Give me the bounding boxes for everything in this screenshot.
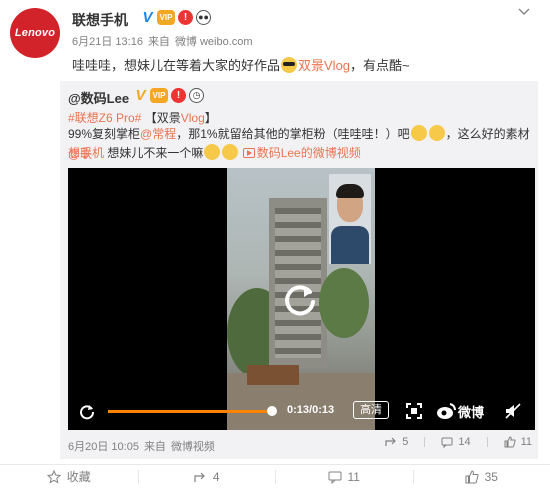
- tree: [319, 268, 369, 338]
- repost-user[interactable]: @数码Lee: [68, 88, 129, 107]
- user-name[interactable]: 联想手机: [72, 10, 128, 30]
- weibo-logo-icon: [437, 403, 456, 419]
- pray-emoji-icon: [222, 144, 239, 160]
- repost-box: @数码Lee V VIP ! ◷ #联想Z6 Pro# 【双景Vlog】 99%…: [60, 81, 538, 459]
- share-icon: [385, 437, 397, 446]
- avatar[interactable]: Lenovo: [10, 8, 60, 58]
- video-controls: 0:13/0:13 高清 微博: [68, 398, 535, 424]
- verified-icon[interactable]: V: [141, 10, 154, 25]
- comment-button[interactable]: 11: [275, 465, 413, 488]
- replay-icon[interactable]: [78, 402, 96, 420]
- mute-icon[interactable]: [504, 402, 522, 420]
- post-source[interactable]: 微博 weibo.com: [175, 33, 253, 49]
- medal-icon[interactable]: !: [171, 88, 186, 103]
- repost-share-button[interactable]: 5: [385, 436, 408, 448]
- medal-icon[interactable]: !: [178, 10, 193, 25]
- clock-icon[interactable]: ◷: [189, 88, 204, 103]
- comment-icon: [441, 437, 453, 448]
- repost-actions: 5 14 11: [385, 436, 532, 448]
- vlog-tag-link[interactable]: Vlog: [181, 111, 205, 125]
- star-icon: [46, 469, 61, 484]
- action-bar: 收藏 4 11 35: [0, 464, 550, 488]
- thumbs-up-icon: [465, 469, 479, 483]
- like-button[interactable]: 35: [412, 465, 550, 488]
- cat-emoji-icon: [410, 125, 427, 141]
- divider: [486, 437, 488, 447]
- progress-bar[interactable]: [108, 406, 277, 416]
- chevron-down-icon[interactable]: [518, 8, 530, 16]
- cool-emoji-icon: [281, 57, 298, 73]
- video-time: 0:13/0:13: [287, 404, 335, 416]
- panda-icon[interactable]: ●●: [196, 10, 211, 25]
- favorite-button[interactable]: 收藏: [0, 465, 138, 488]
- repost-text-cont: 想手机 想妹儿不来一个嘛 数码Lee的微博视频: [68, 144, 361, 160]
- repost-source[interactable]: 微博视频: [171, 438, 215, 454]
- verified-icon[interactable]: V: [134, 88, 147, 103]
- share-icon: [194, 472, 205, 482]
- video-link[interactable]: 数码Lee的微博视频: [242, 146, 361, 160]
- post-time[interactable]: 6月21日 13:16: [72, 33, 143, 49]
- weibo-brand[interactable]: 微博: [436, 400, 492, 422]
- vip-icon[interactable]: VIP: [157, 10, 175, 25]
- pip-body: [331, 226, 369, 264]
- repost-like-button[interactable]: 11: [504, 436, 532, 448]
- user-badges: V VIP ! ●●: [141, 10, 211, 25]
- pray-emoji-icon: [204, 144, 221, 160]
- post-text: 哇哇哇，想妹儿在等着大家的好作品 双景Vlog，有点酷~: [72, 57, 410, 73]
- progress-handle[interactable]: [267, 406, 277, 416]
- fullscreen-icon[interactable]: [405, 402, 423, 420]
- bench: [247, 365, 299, 385]
- comment-icon: [328, 471, 342, 484]
- repost-badges: V VIP ! ◷: [134, 88, 204, 103]
- repost-meta: 6月20日 10:05 来自 微博视频: [68, 438, 215, 454]
- quality-button[interactable]: 高清: [353, 401, 389, 419]
- pip-hair: [336, 184, 364, 198]
- replay-big-icon[interactable]: [280, 280, 320, 320]
- source-prefix: 来自: [147, 36, 170, 48]
- topic-link[interactable]: #联想Z6 Pro#: [68, 111, 141, 125]
- repost-button[interactable]: 4: [137, 465, 276, 488]
- post-meta: 6月21日 13:16 来自 微博 weibo.com: [72, 33, 253, 49]
- vlog-link[interactable]: 双景Vlog: [298, 58, 350, 73]
- repost-time[interactable]: 6月20日 10:05: [68, 438, 139, 454]
- divider: [424, 437, 426, 447]
- video-player[interactable]: 0:13/0:13 高清 微博: [68, 168, 535, 430]
- mention-link[interactable]: @常程: [140, 127, 176, 141]
- repost-comment-button[interactable]: 14: [441, 436, 471, 448]
- video-link-icon: [242, 148, 255, 158]
- progress-fill: [108, 410, 272, 413]
- mention-link-cont[interactable]: 想手机: [68, 146, 104, 160]
- weibo-post: Lenovo 联想手机 V VIP ! ●● 6月21日 13:16 来自 微博…: [0, 0, 550, 488]
- cat-emoji-icon: [428, 125, 445, 141]
- vip-icon[interactable]: VIP: [150, 88, 168, 103]
- thumbs-up-icon: [504, 436, 516, 448]
- pip-video: [329, 174, 371, 264]
